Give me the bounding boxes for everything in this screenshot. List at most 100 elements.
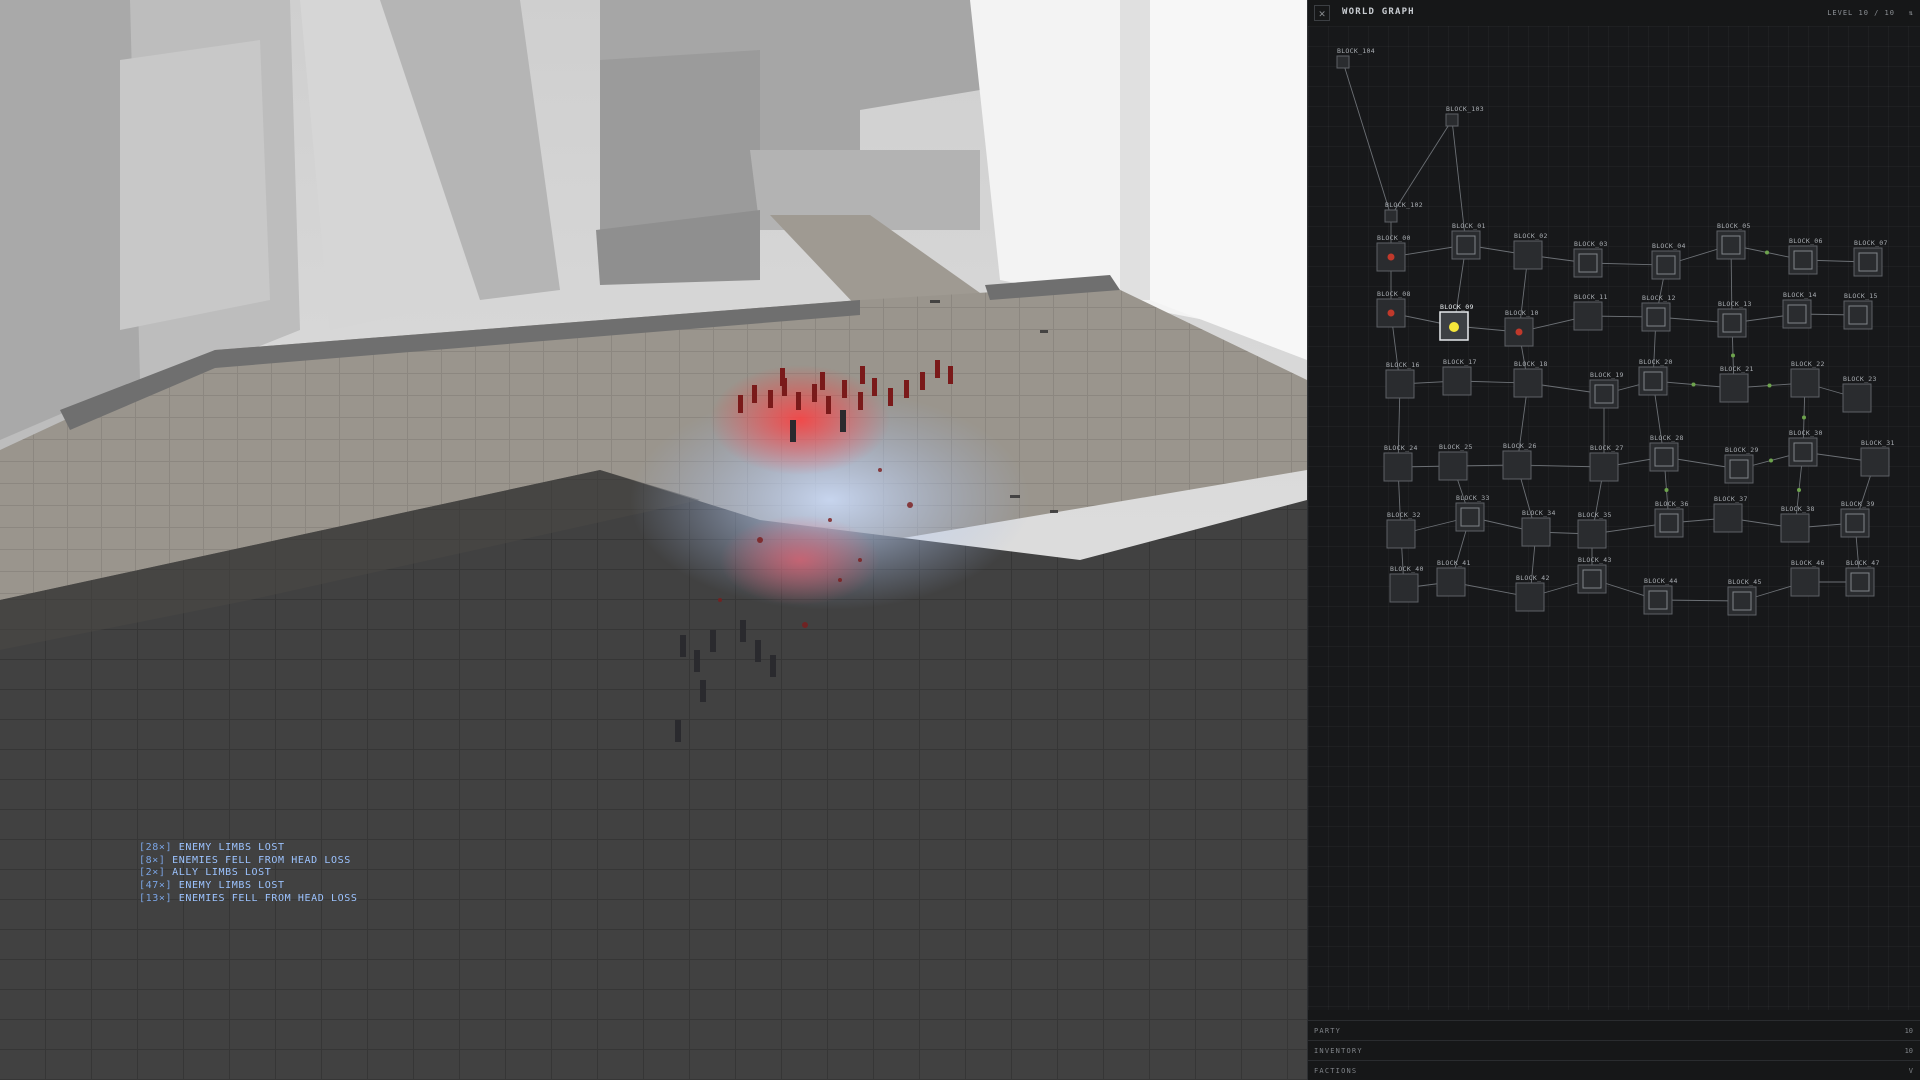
graph-node-block-30[interactable]: BLOCK_30	[1788, 429, 1823, 467]
graph-node-block-05[interactable]: BLOCK_05	[1716, 222, 1751, 260]
graph-node-block-104[interactable]: BLOCK_104	[1336, 47, 1375, 69]
section-inventory[interactable]: INVENTORY 10	[1308, 1040, 1920, 1060]
log-entry: [8×] ENEMIES FELL FROM HEAD LOSS	[139, 854, 351, 866]
node-box	[1713, 503, 1743, 533]
node-label: BLOCK_47	[1846, 559, 1880, 567]
node-box	[1573, 248, 1603, 278]
graph-node-block-18[interactable]: BLOCK_18	[1513, 360, 1548, 398]
node-box	[1845, 567, 1875, 597]
graph-node-block-19[interactable]: BLOCK_19	[1589, 371, 1624, 409]
graph-node-block-102[interactable]: BLOCK_102	[1384, 201, 1423, 223]
log-entry: [2×] ALLY LIMBS LOST	[139, 867, 272, 879]
node-box	[1442, 366, 1472, 396]
node-box	[1782, 299, 1812, 329]
node-box	[1521, 517, 1551, 547]
node-box	[1727, 586, 1757, 616]
path-dot-icon	[1802, 415, 1806, 420]
graph-node-block-06[interactable]: BLOCK_06	[1788, 237, 1823, 275]
graph-node-block-23[interactable]: BLOCK_23	[1842, 375, 1877, 413]
node-box	[1654, 508, 1684, 538]
graph-node-block-10[interactable]: BLOCK_10	[1504, 309, 1539, 347]
graph-node-block-27[interactable]: BLOCK_27	[1589, 444, 1624, 482]
graph-node-block-14[interactable]: BLOCK_14	[1782, 291, 1817, 329]
world-graph-canvas[interactable]: BLOCK_104 BLOCK_103 BLOCK_102 BLOCK_00 BLOCK…	[1308, 26, 1920, 1010]
node-label: BLOCK_09	[1440, 303, 1474, 311]
section-factions[interactable]: FACTIONS V	[1308, 1060, 1920, 1080]
graph-node-block-37[interactable]: BLOCK_37	[1713, 495, 1748, 533]
node-label: BLOCK_18	[1514, 360, 1548, 368]
graph-node-block-25[interactable]: BLOCK_25	[1438, 443, 1473, 481]
node-label: BLOCK_31	[1861, 439, 1895, 447]
graph-node-block-09[interactable]: BLOCK_09	[1439, 303, 1474, 341]
node-label: BLOCK_34	[1522, 509, 1556, 517]
graph-node-block-01[interactable]: BLOCK_01	[1451, 222, 1486, 260]
node-label: BLOCK_10	[1505, 309, 1539, 317]
graph-node-block-103[interactable]: BLOCK_103	[1445, 105, 1484, 127]
graph-edge	[1342, 61, 1392, 217]
graph-node-block-15[interactable]: BLOCK_15	[1843, 292, 1878, 330]
node-box	[1860, 447, 1890, 477]
graph-node-block-43[interactable]: BLOCK_43	[1577, 556, 1612, 594]
graph-node-block-31[interactable]: BLOCK_31	[1860, 439, 1895, 477]
graph-node-block-44[interactable]: BLOCK_44	[1643, 577, 1678, 615]
player-location-icon	[1449, 322, 1459, 332]
game-viewport[interactable]: [28×] ENEMY LIMBS LOST [8×] ENEMIES FELL…	[0, 0, 1307, 1080]
sort-icon[interactable]: ⇅	[1909, 9, 1913, 17]
graph-node-block-07[interactable]: BLOCK_07	[1853, 239, 1888, 277]
node-box	[1790, 567, 1820, 597]
graph-node-block-20[interactable]: BLOCK_20	[1638, 358, 1673, 396]
graph-node-block-35[interactable]: BLOCK_35	[1577, 511, 1612, 549]
graph-node-block-34[interactable]: BLOCK_34	[1521, 509, 1556, 547]
node-box	[1649, 442, 1679, 472]
graph-node-block-24[interactable]: BLOCK_24	[1383, 444, 1418, 482]
node-box	[1577, 519, 1607, 549]
graph-node-block-00[interactable]: BLOCK_00	[1376, 234, 1411, 272]
graph-node-block-28[interactable]: BLOCK_28	[1649, 434, 1684, 472]
graph-node-block-29[interactable]: BLOCK_29	[1724, 446, 1759, 484]
node-label: BLOCK_28	[1650, 434, 1684, 442]
node-box	[1445, 113, 1459, 127]
node-box	[1577, 564, 1607, 594]
graph-node-block-16[interactable]: BLOCK_16	[1385, 361, 1420, 399]
graph-node-block-22[interactable]: BLOCK_22	[1790, 360, 1825, 398]
node-label: BLOCK_24	[1384, 444, 1418, 452]
node-label: BLOCK_06	[1789, 237, 1823, 245]
section-party[interactable]: PARTY 10	[1308, 1020, 1920, 1040]
graph-node-block-38[interactable]: BLOCK_38	[1780, 505, 1815, 543]
node-label: BLOCK_16	[1386, 361, 1420, 369]
graph-node-block-11[interactable]: BLOCK_11	[1573, 293, 1608, 331]
node-box	[1717, 308, 1747, 338]
path-dot-icon	[1765, 250, 1769, 255]
graph-node-block-02[interactable]: BLOCK_02	[1513, 232, 1548, 270]
graph-node-block-33[interactable]: BLOCK_33	[1455, 494, 1490, 532]
graph-node-block-39[interactable]: BLOCK_39	[1840, 500, 1875, 538]
node-box	[1780, 513, 1810, 543]
graph-node-block-12[interactable]: BLOCK_12	[1641, 294, 1676, 332]
panel-header: ✕ WORLD GRAPH LEVEL 10 / 10 ⇅	[1308, 0, 1920, 27]
node-label: BLOCK_38	[1781, 505, 1815, 513]
node-box	[1788, 245, 1818, 275]
node-label: BLOCK_02	[1514, 232, 1548, 240]
graph-node-block-47[interactable]: BLOCK_47	[1845, 559, 1880, 597]
path-dot-icon	[1769, 458, 1773, 463]
node-box	[1589, 379, 1619, 409]
graph-node-block-21[interactable]: BLOCK_21	[1719, 365, 1754, 403]
graph-node-block-40[interactable]: BLOCK_40	[1389, 565, 1424, 603]
graph-node-block-26[interactable]: BLOCK_26	[1502, 442, 1537, 480]
level-indicator: LEVEL 10 / 10	[1827, 9, 1895, 17]
graph-node-block-08[interactable]: BLOCK_08	[1376, 290, 1411, 328]
node-label: BLOCK_05	[1717, 222, 1751, 230]
graph-node-block-36[interactable]: BLOCK_36	[1654, 500, 1689, 538]
graph-node-block-13[interactable]: BLOCK_13	[1717, 300, 1752, 338]
graph-node-block-41[interactable]: BLOCK_41	[1436, 559, 1471, 597]
close-button[interactable]: ✕	[1314, 5, 1330, 21]
graph-node-block-46[interactable]: BLOCK_46	[1790, 559, 1825, 597]
node-box	[1790, 368, 1820, 398]
graph-node-block-03[interactable]: BLOCK_03	[1573, 240, 1608, 278]
graph-node-block-17[interactable]: BLOCK_17	[1442, 358, 1477, 396]
node-label: BLOCK_00	[1377, 234, 1411, 242]
graph-node-block-32[interactable]: BLOCK_32	[1386, 511, 1421, 549]
node-box	[1455, 502, 1485, 532]
node-box	[1589, 452, 1619, 482]
node-box	[1515, 582, 1545, 612]
